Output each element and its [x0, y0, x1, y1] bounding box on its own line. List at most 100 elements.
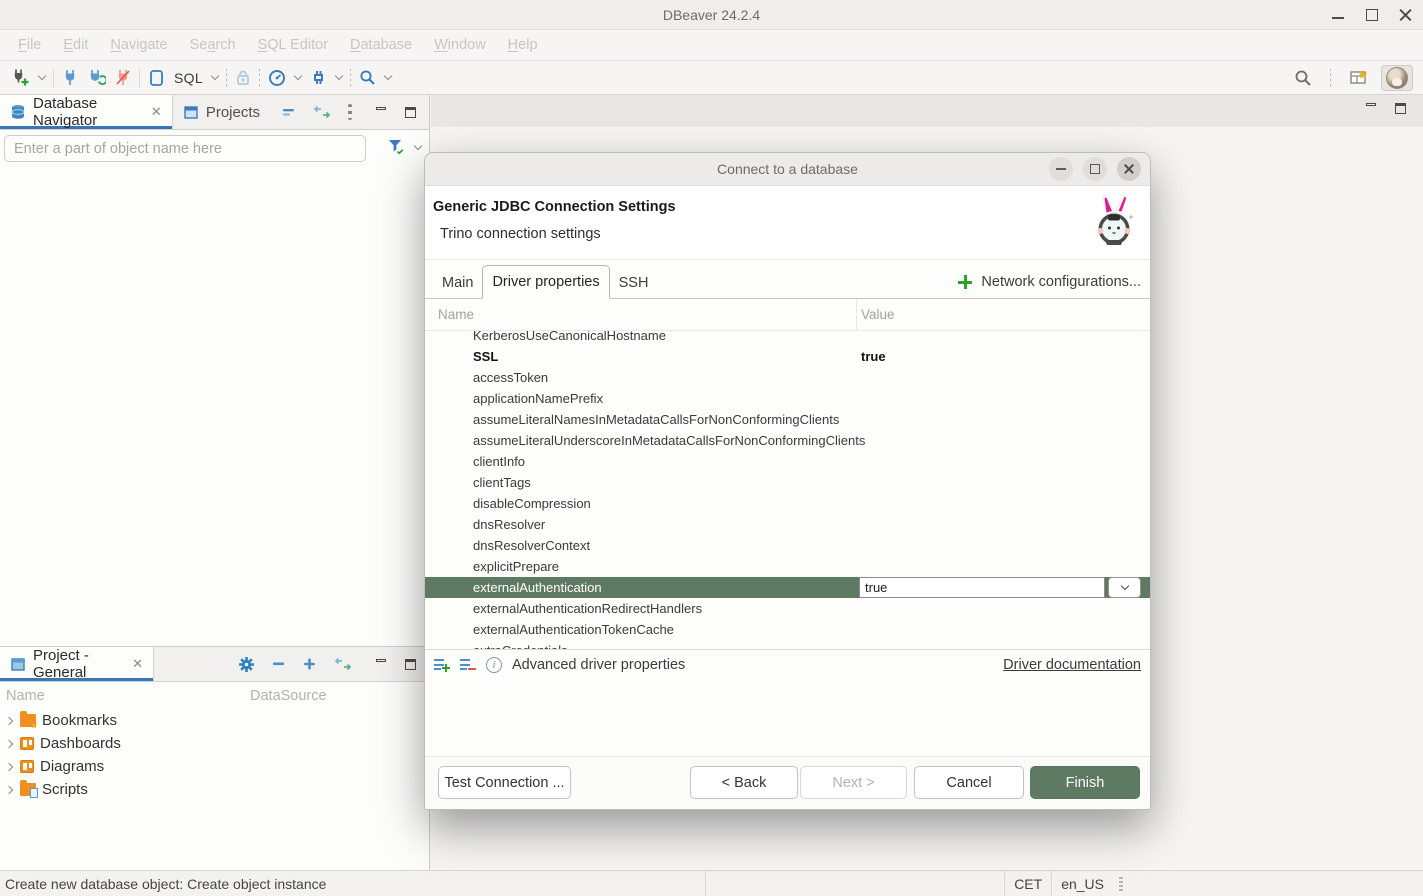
property-row-accessToken[interactable]: accessToken	[425, 367, 1150, 388]
close-tab-icon[interactable]: ✕	[132, 656, 143, 672]
property-row-clientInfo[interactable]: clientInfo	[425, 451, 1150, 472]
property-row-dnsResolverContext[interactable]: dnsResolverContext	[425, 535, 1150, 556]
view-menu-icon[interactable]	[348, 104, 352, 120]
cancel-button[interactable]: Cancel	[914, 766, 1024, 799]
property-row-assumeLiteralNamesInMetadataCallsForNonConformingClients[interactable]: assumeLiteralNamesInMetadataCallsForNonC…	[425, 409, 1150, 430]
remove-property-icon[interactable]	[460, 658, 476, 672]
property-name: explicitPrepare	[425, 559, 559, 574]
property-value-editor	[859, 577, 1141, 598]
quick-search-icon[interactable]	[1294, 69, 1312, 87]
driver-manager-icon[interactable]	[310, 69, 327, 86]
menu-window[interactable]: Window	[423, 37, 497, 53]
connect-dialog: Connect to a database Generic JDBC Conne…	[424, 152, 1151, 810]
minimize-panel-icon[interactable]	[376, 659, 388, 669]
expander-icon[interactable]	[5, 762, 13, 770]
object-filter-input[interactable]	[4, 135, 366, 162]
property-row-explicitPrepare[interactable]: explicitPrepare	[425, 556, 1150, 577]
new-connection-dropdown-icon[interactable]	[38, 72, 46, 80]
property-row-SSL[interactable]: SSLtrue	[425, 346, 1150, 367]
user-avatar-button[interactable]	[1381, 65, 1413, 91]
property-row-assumeLiteralUnderscoreInMetadataCallsForNonConformingClients[interactable]: assumeLiteralUnderscoreInMetadataCallsFo…	[425, 430, 1150, 451]
menu-sql-editor[interactable]: SQL Editor	[247, 37, 339, 53]
next-button[interactable]: Next >	[800, 766, 907, 799]
connect-icon[interactable]	[62, 69, 78, 86]
maximize-panel-icon[interactable]	[405, 659, 417, 669]
search-dropdown-icon[interactable]	[384, 72, 392, 80]
settings-gear-icon[interactable]	[238, 656, 255, 673]
expander-icon[interactable]	[5, 739, 13, 747]
dialog-titlebar[interactable]: Connect to a database	[425, 153, 1150, 186]
dialog-close-icon[interactable]	[1117, 157, 1141, 181]
property-row-externalAuthenticationRedirectHandlers[interactable]: externalAuthenticationRedirectHandlers	[425, 598, 1150, 619]
tab-main[interactable]: Main	[433, 269, 482, 299]
filter-dropdown-icon[interactable]	[414, 141, 422, 149]
dialog-minimize-icon[interactable]	[1049, 157, 1073, 181]
menu-file[interactable]: File	[7, 37, 52, 53]
maximize-icon[interactable]	[1365, 8, 1379, 22]
property-value-input[interactable]	[859, 577, 1105, 598]
close-tab-icon[interactable]: ✕	[151, 104, 162, 120]
project-item-dashboards[interactable]: Dashboards	[0, 732, 429, 755]
minimize-panel-icon[interactable]	[1366, 103, 1378, 113]
property-row-externalAuthentication[interactable]: externalAuthentication	[425, 577, 1150, 598]
add-property-icon[interactable]	[434, 658, 450, 672]
property-row-externalAuthenticationTokenCache[interactable]: externalAuthenticationTokenCache	[425, 619, 1150, 640]
maximize-panel-icon[interactable]	[405, 107, 417, 117]
sql-dropdown-icon[interactable]	[211, 72, 219, 80]
sql-dropdown-label[interactable]: SQL	[174, 70, 203, 86]
minimize-panel-icon[interactable]	[376, 107, 388, 117]
perspective-icon[interactable]	[1349, 68, 1371, 88]
expander-icon[interactable]	[5, 716, 13, 724]
collapse-all-icon[interactable]	[282, 106, 296, 118]
new-connection-icon[interactable]	[10, 68, 30, 87]
menu-help[interactable]: Help	[497, 37, 549, 53]
menu-search[interactable]: Search	[179, 37, 247, 53]
property-name: assumeLiteralUnderscoreInMetadataCallsFo…	[425, 433, 865, 448]
menu-navigate[interactable]: Navigate	[99, 37, 178, 53]
driver-manager-dropdown-icon[interactable]	[335, 72, 343, 80]
reconnect-icon[interactable]	[87, 69, 106, 86]
maximize-panel-icon[interactable]	[1395, 103, 1407, 113]
property-row-clientTags[interactable]: clientTags	[425, 472, 1150, 493]
search-icon[interactable]	[359, 69, 376, 86]
finish-button[interactable]: Finish	[1030, 766, 1140, 799]
expander-icon[interactable]	[5, 785, 13, 793]
filter-icon[interactable]	[388, 139, 405, 155]
tab-projects[interactable]: Projects	[173, 95, 270, 129]
property-row-KerberosUseCanonicalHostname[interactable]: KerberosUseCanonicalHostname	[425, 331, 1150, 346]
tab-ssh[interactable]: SSH	[610, 269, 658, 299]
test-connection-button[interactable]: Test Connection ...	[438, 766, 571, 799]
dashboard-icon[interactable]	[268, 69, 286, 87]
close-icon[interactable]	[1399, 8, 1413, 22]
driver-documentation-link[interactable]: Driver documentation	[1003, 657, 1141, 673]
property-row-disableCompression[interactable]: disableCompression	[425, 493, 1150, 514]
tab-project-general[interactable]: Project - General ✕	[0, 647, 154, 681]
column-divider[interactable]	[856, 299, 857, 330]
project-item-bookmarks[interactable]: Bookmarks	[0, 709, 429, 732]
property-row-applicationNamePrefix[interactable]: applicationNamePrefix	[425, 388, 1150, 409]
dashboard-dropdown-icon[interactable]	[294, 72, 302, 80]
dialog-maximize-icon[interactable]	[1083, 157, 1107, 181]
tab-database-navigator[interactable]: Database Navigator ✕	[0, 95, 173, 129]
property-row-extraCredentials[interactable]: extraCredentials	[425, 640, 1150, 649]
minimize-icon[interactable]	[1331, 8, 1345, 22]
network-configurations-button[interactable]: Network configurations...	[958, 274, 1141, 290]
sql-editor-icon[interactable]	[148, 69, 165, 87]
tab-driver-properties[interactable]: Driver properties	[482, 265, 609, 299]
project-item-diagrams[interactable]: Diagrams	[0, 755, 429, 778]
link-editor-icon[interactable]	[313, 106, 331, 118]
disconnect-icon[interactable]	[115, 69, 131, 86]
link-editor-icon[interactable]	[334, 658, 352, 670]
toolbar-separator	[1330, 69, 1331, 87]
expand-all-icon[interactable]	[303, 657, 317, 671]
timezone-indicator[interactable]: CET	[1004, 871, 1051, 896]
collapse-all-icon[interactable]	[272, 658, 286, 670]
locale-indicator[interactable]: en_US	[1051, 871, 1113, 896]
window-titlebar: DBeaver 24.2.4	[0, 0, 1423, 30]
project-item-scripts[interactable]: Scripts	[0, 778, 429, 801]
property-row-dnsResolver[interactable]: dnsResolver	[425, 514, 1150, 535]
menu-edit[interactable]: Edit	[52, 37, 99, 53]
menu-database[interactable]: Database	[339, 37, 423, 53]
back-button[interactable]: < Back	[690, 766, 798, 799]
property-value-dropdown-icon[interactable]	[1108, 577, 1141, 598]
